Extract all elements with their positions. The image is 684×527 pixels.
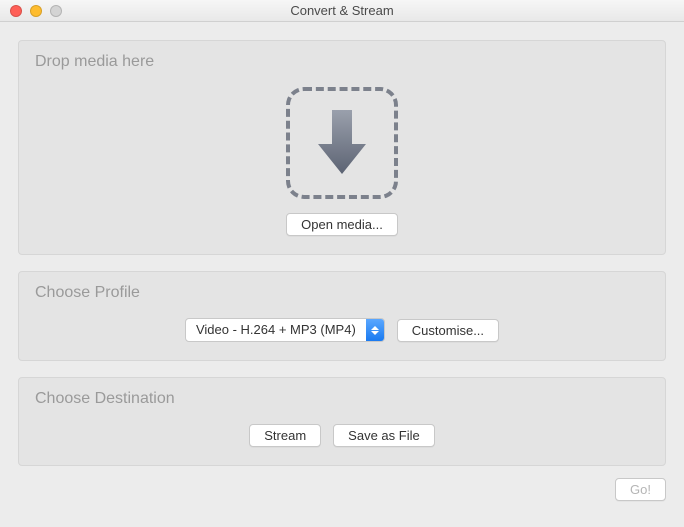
- close-window-button[interactable]: [10, 5, 22, 17]
- drop-media-title: Drop media here: [35, 53, 649, 71]
- profile-select-value: Video - H.264 + MP3 (MP4): [186, 319, 366, 341]
- go-button[interactable]: Go!: [615, 478, 666, 501]
- minimize-window-button[interactable]: [30, 5, 42, 17]
- zoom-window-button[interactable]: [50, 5, 62, 17]
- window-title: Convert & Stream: [0, 3, 684, 18]
- window-titlebar: Convert & Stream: [0, 0, 684, 22]
- profile-select[interactable]: Video - H.264 + MP3 (MP4): [185, 318, 385, 342]
- stream-button[interactable]: Stream: [249, 424, 321, 447]
- choose-profile-title: Choose Profile: [35, 284, 649, 302]
- save-as-file-button[interactable]: Save as File: [333, 424, 435, 447]
- download-arrow-icon: [314, 108, 370, 178]
- open-media-button[interactable]: Open media...: [286, 213, 398, 236]
- choose-profile-panel: Choose Profile Video - H.264 + MP3 (MP4)…: [18, 271, 666, 361]
- select-stepper-icon: [366, 319, 384, 341]
- media-drop-target[interactable]: [286, 87, 398, 199]
- customise-button[interactable]: Customise...: [397, 319, 499, 342]
- choose-destination-panel: Choose Destination Stream Save as File: [18, 377, 666, 466]
- traffic-lights: [0, 5, 62, 17]
- choose-destination-title: Choose Destination: [35, 390, 649, 408]
- drop-media-panel: Drop media here Open media...: [18, 40, 666, 255]
